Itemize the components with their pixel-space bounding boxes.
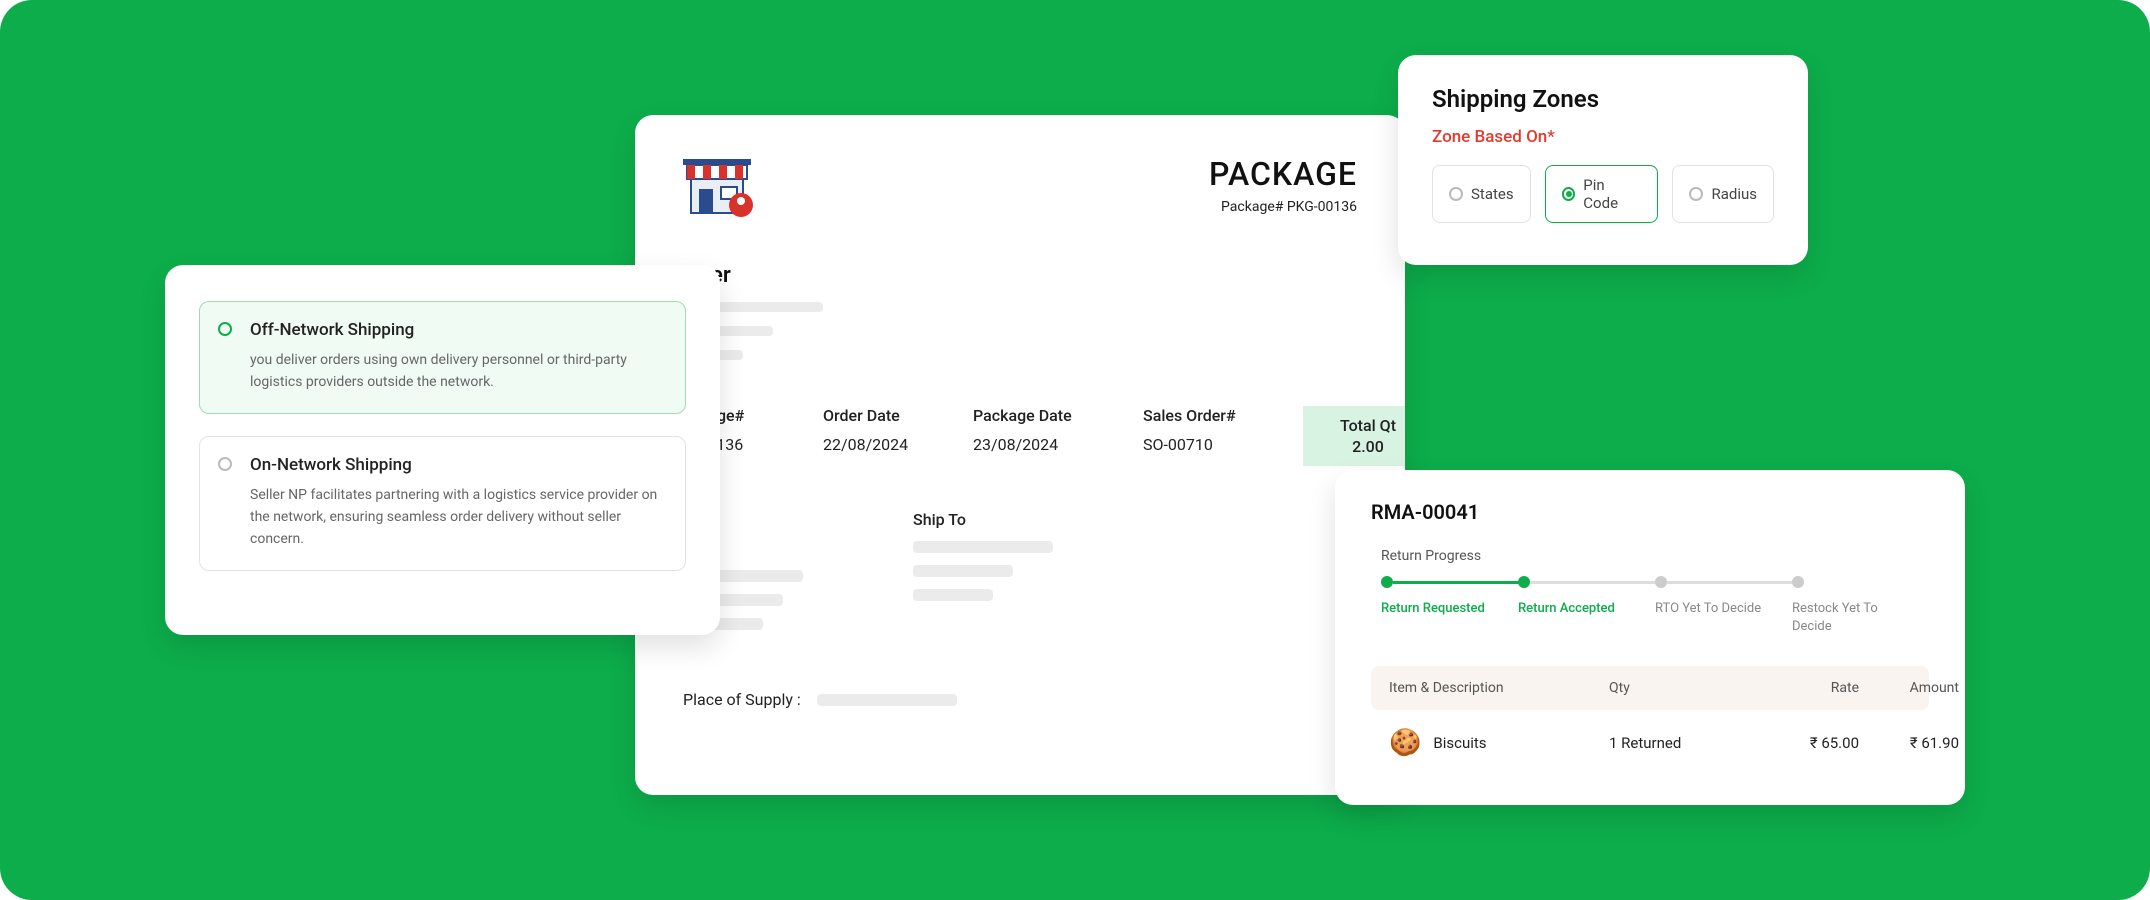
store-icon bbox=[683, 155, 755, 221]
zone-option-radius[interactable]: Radius bbox=[1672, 165, 1774, 223]
item-rate: ₹ 65.00 bbox=[1739, 734, 1859, 752]
meta-label: Package Date bbox=[973, 406, 1143, 425]
meta-order-date: Order Date 22/08/2024 bbox=[823, 406, 973, 454]
radio-icon bbox=[1562, 187, 1576, 201]
zones-required-label: Zone Based On* bbox=[1432, 127, 1774, 147]
radio-icon bbox=[1449, 187, 1463, 201]
item-table-header: Item & Description Qty Rate Amount bbox=[1371, 666, 1929, 710]
progress-step-label: Return Accepted bbox=[1518, 600, 1628, 618]
shipping-zones-card: Shipping Zones Zone Based On* States Pin… bbox=[1398, 55, 1808, 265]
item-name: Biscuits bbox=[1433, 734, 1486, 752]
merchant-name: ylker bbox=[683, 263, 1357, 288]
rma-title: RMA-00041 bbox=[1371, 500, 1929, 524]
progress-dot-icon bbox=[1792, 576, 1804, 588]
option-on-network[interactable]: On-Network Shipping Seller NP facilitate… bbox=[199, 436, 686, 571]
rma-card: RMA-00041 Return Progress Return Request… bbox=[1335, 470, 1965, 805]
progress-dot-icon bbox=[1381, 576, 1393, 588]
meta-value: 22/08/2024 bbox=[823, 435, 973, 454]
option-off-network[interactable]: Off-Network Shipping you deliver orders … bbox=[199, 301, 686, 414]
place-of-supply-row: Place of Supply : bbox=[683, 690, 1357, 709]
col-rate: Rate bbox=[1739, 680, 1859, 696]
skeleton-line bbox=[913, 589, 993, 601]
package-card: PACKAGE Package# PKG-00136 ylker ackage#… bbox=[635, 115, 1405, 795]
option-description: Seller NP facilitates partnering with a … bbox=[250, 485, 667, 550]
zone-option-states[interactable]: States bbox=[1432, 165, 1531, 223]
radio-icon bbox=[1689, 187, 1703, 201]
col-amount: Amount bbox=[1859, 680, 1959, 696]
zone-option-label: States bbox=[1471, 185, 1514, 203]
col-qty: Qty bbox=[1609, 680, 1739, 696]
zone-option-label: Radius bbox=[1711, 185, 1757, 203]
item-table-row: 🍪 Biscuits 1 Returned ₹ 65.00 ₹ 61.90 bbox=[1371, 710, 1929, 758]
return-progress-label: Return Progress bbox=[1381, 548, 1929, 564]
skeleton-line bbox=[817, 694, 957, 706]
progress-step-label: Return Requested bbox=[1381, 600, 1491, 618]
option-title: Off-Network Shipping bbox=[250, 320, 667, 340]
radio-icon bbox=[218, 457, 232, 471]
item-amount: ₹ 61.90 bbox=[1859, 734, 1959, 752]
progress-dot-icon bbox=[1655, 576, 1667, 588]
progress-dot-icon bbox=[1518, 576, 1530, 588]
skeleton-line bbox=[913, 565, 1013, 577]
biscuit-icon: 🍪 bbox=[1389, 728, 1421, 758]
radio-icon bbox=[218, 322, 232, 336]
meta-value: 2.00 bbox=[1321, 437, 1405, 456]
item-qty: 1 Returned bbox=[1609, 734, 1739, 752]
progress-step-requested: Return Requested bbox=[1381, 576, 1518, 618]
place-of-supply-label: Place of Supply : bbox=[683, 690, 801, 709]
skeleton-line bbox=[913, 541, 1053, 553]
meta-package-date: Package Date 23/08/2024 bbox=[973, 406, 1143, 454]
option-description: you deliver orders using own delivery pe… bbox=[250, 350, 667, 393]
package-title: PACKAGE bbox=[1209, 155, 1357, 193]
package-subtitle: Package# PKG-00136 bbox=[1209, 199, 1357, 215]
meta-value: 23/08/2024 bbox=[973, 435, 1143, 454]
progress-step-label: Restock Yet To Decide bbox=[1792, 600, 1902, 636]
option-title: On-Network Shipping bbox=[250, 455, 667, 475]
meta-value: SO-00710 bbox=[1143, 435, 1303, 454]
progress-step-rto: RTO Yet To Decide bbox=[1655, 576, 1792, 618]
progress-step-accepted: Return Accepted bbox=[1518, 576, 1655, 618]
zones-title: Shipping Zones bbox=[1432, 85, 1774, 113]
zone-option-label: Pin Code bbox=[1583, 176, 1641, 212]
meta-total-qty: Total Qt 2.00 bbox=[1303, 406, 1405, 466]
col-item: Item & Description bbox=[1389, 680, 1609, 696]
meta-label: Sales Order# bbox=[1143, 406, 1303, 425]
meta-label: Order Date bbox=[823, 406, 973, 425]
progress-step-label: RTO Yet To Decide bbox=[1655, 600, 1765, 618]
ship-to-label: Ship To bbox=[913, 510, 1213, 529]
progress-step-restock: Restock Yet To Decide bbox=[1792, 576, 1929, 636]
ship-to-block: Ship To bbox=[913, 510, 1213, 630]
progress-track: Return Requested Return Accepted RTO Yet… bbox=[1381, 576, 1929, 636]
meta-label: Total Qt bbox=[1321, 416, 1405, 435]
shipping-options-card: Off-Network Shipping you deliver orders … bbox=[165, 265, 720, 635]
zone-option-pincode[interactable]: Pin Code bbox=[1545, 165, 1659, 223]
meta-sales-order: Sales Order# SO-00710 bbox=[1143, 406, 1303, 454]
item-table: Item & Description Qty Rate Amount 🍪 Bis… bbox=[1371, 666, 1929, 758]
